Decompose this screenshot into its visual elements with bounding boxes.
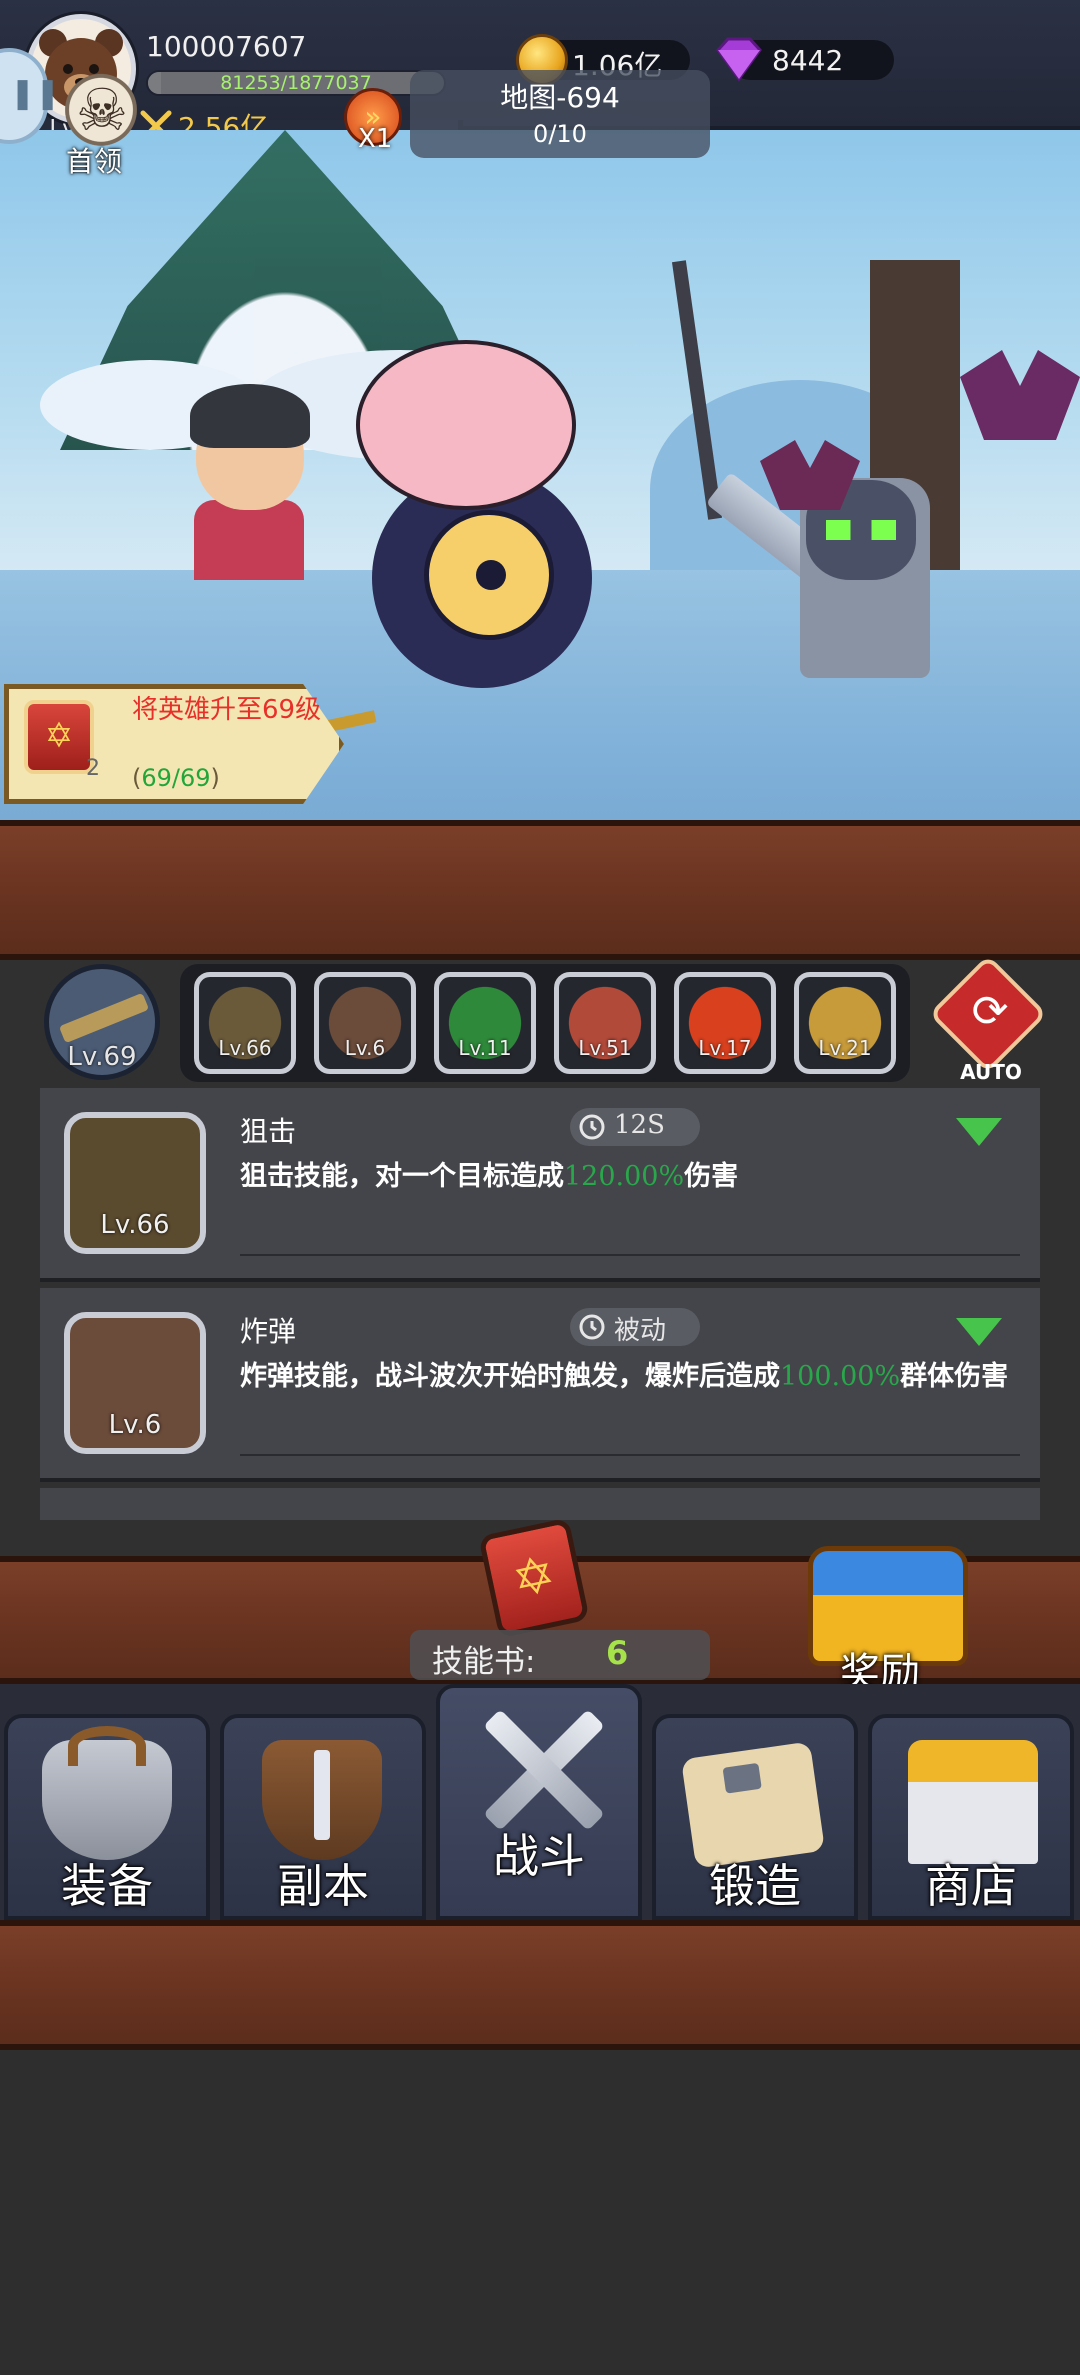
- skeleton-eyes: [826, 520, 896, 540]
- quest-progress-open: (: [132, 764, 142, 792]
- skill-slot-level: Lv.21: [818, 1036, 872, 1060]
- wood-divider: [0, 1920, 1080, 2050]
- tab-label: 战斗: [493, 1829, 585, 1883]
- quest-title: 将英雄升至69级: [132, 695, 322, 725]
- skill-name: 炸弹: [240, 1315, 297, 1348]
- divider: [240, 1454, 1020, 1456]
- shop-icon: [908, 1740, 1038, 1864]
- quest-progress: (69/69): [132, 764, 220, 792]
- wood-divider: [0, 820, 1080, 960]
- skill-desc-value: 120.00%: [564, 1161, 685, 1192]
- skill-desc-text: 炸弹技能，战斗波次开始时触发，爆炸后造成: [240, 1361, 780, 1392]
- skill-level: Lv.66: [100, 1210, 170, 1240]
- skill-slot-level: Lv.6: [344, 1036, 386, 1060]
- skill-slot-level: Lv.51: [578, 1036, 632, 1060]
- map-name: 地图-694: [500, 81, 620, 114]
- skill-cooldown-text: 12S: [614, 1110, 665, 1140]
- skill-card[interactable]: Lv.66 狙击 12S 狙击技能，对一个目标造成120.00%伤害: [40, 1088, 1040, 1282]
- skill-slot-level: Lv.66: [218, 1036, 272, 1060]
- divider: [240, 1254, 1020, 1256]
- bottom-empty-area: [0, 2050, 1080, 2375]
- skill-card[interactable]: Lv.6 炸弹 被动 炸弹技能，战斗波次开始时触发，爆炸后造成100.00%群体…: [40, 1288, 1040, 1482]
- xp-text: 81253/1877037: [220, 72, 372, 94]
- skill-cooldown: 12S: [570, 1108, 700, 1146]
- quest-reward-count: 2: [86, 756, 100, 781]
- skill-desc-text: 伤害: [684, 1161, 739, 1192]
- quest-progress-close: ): [210, 764, 220, 792]
- wave-progress: 0/10: [533, 120, 587, 148]
- auto-label: AUTO: [960, 1060, 1022, 1084]
- monster-pupil: [476, 560, 506, 590]
- skill-desc-text: 群体伤害: [900, 1361, 1009, 1392]
- hero-weapon-level: Lv.69: [67, 1042, 137, 1072]
- hero-body: [194, 500, 304, 580]
- gem-icon: [716, 37, 762, 82]
- skill-slot-level: Lv.11: [458, 1036, 512, 1060]
- expand-arrow-icon[interactable]: [956, 1318, 1002, 1346]
- skill-desc-text: 狙击技能，对一个目标造成: [240, 1161, 564, 1192]
- helmet-icon: [42, 1726, 172, 1860]
- expand-arrow-icon[interactable]: [956, 1118, 1002, 1146]
- tab-label: 商店: [925, 1859, 1017, 1913]
- skill-description: 狙击技能，对一个目标造成120.00%伤害: [240, 1160, 1030, 1194]
- speed-multiplier: X1: [358, 124, 393, 154]
- bomb-skill-icon: Lv.6: [64, 1312, 206, 1454]
- skill-desc-value: 100.00%: [780, 1361, 901, 1392]
- skill-card-partial[interactable]: [40, 1488, 1040, 1520]
- skill-book-count: 6: [606, 1634, 629, 1672]
- skill-cooldown-text: 被动: [614, 1316, 667, 1346]
- skill-level: Lv.6: [108, 1410, 162, 1440]
- skill-list[interactable]: Lv.66 狙击 12S 狙击技能，对一个目标造成120.00%伤害 Lv.6 …: [40, 1088, 1040, 1520]
- tab-label: 装备: [61, 1859, 153, 1913]
- skill-book-label: 技能书:: [432, 1644, 536, 1680]
- clock-icon: [579, 1114, 605, 1140]
- skill-book-icon: ✡: [24, 700, 94, 774]
- skill-slot-level: Lv.17: [698, 1036, 752, 1060]
- sword-shield-icon: [262, 1740, 382, 1860]
- crossed-swords-icon: [474, 1700, 614, 1840]
- boss-label: 首领: [66, 145, 123, 178]
- tab-label: 副本: [277, 1859, 369, 1913]
- hero-hair: [190, 384, 310, 448]
- skill-cooldown: 被动: [570, 1308, 700, 1346]
- refresh-icon: ⟳: [971, 986, 1009, 1037]
- clock-icon: [579, 1314, 605, 1340]
- snipe-skill-icon: Lv.66: [64, 1112, 206, 1254]
- skill-name: 狙击: [240, 1115, 297, 1148]
- gem-amount: 8442: [772, 44, 844, 77]
- tab-label: 锻造: [709, 1859, 801, 1913]
- skill-description: 炸弹技能，战斗波次开始时触发，爆炸后造成100.00%群体伤害: [240, 1360, 1030, 1394]
- pig-creature: [356, 340, 576, 510]
- player-id: 100007607: [146, 30, 307, 63]
- quest-progress-value: 69/69: [141, 764, 211, 792]
